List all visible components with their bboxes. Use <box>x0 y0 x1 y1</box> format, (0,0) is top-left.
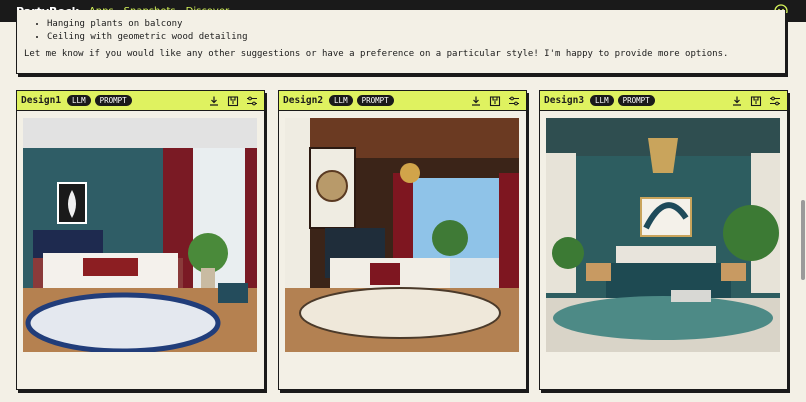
list-item: Ceiling with geometric wood detailing <box>47 31 247 44</box>
download-icon[interactable] <box>731 95 743 107</box>
bedroom-image <box>285 118 519 352</box>
card-header: Design1 LLM PROMPT <box>17 91 264 111</box>
design-image[interactable] <box>23 118 257 352</box>
chat-closing-text: Let me know if you would like any other … <box>24 49 729 59</box>
prompt-tag[interactable]: PROMPT <box>617 95 655 106</box>
card-title: Design3 <box>544 95 585 106</box>
prompt-tag[interactable]: PROMPT <box>94 95 132 106</box>
card-header: Design2 LLM PROMPT <box>279 91 526 111</box>
save-icon[interactable] <box>489 95 501 107</box>
design-card-3: Design3 LLM PROMPT <box>539 90 788 390</box>
design-image[interactable] <box>285 118 519 352</box>
design-image[interactable] <box>546 118 780 352</box>
llm-tag[interactable]: LLM <box>67 95 91 106</box>
bedroom-image <box>546 118 780 352</box>
download-icon[interactable] <box>208 95 220 107</box>
list-item: Hanging plants on balcony <box>47 18 247 31</box>
design-card-1: Design1 LLM PROMPT <box>16 90 265 390</box>
save-icon[interactable] <box>227 95 239 107</box>
llm-tag[interactable]: LLM <box>329 95 353 106</box>
card-title: Design2 <box>283 95 324 106</box>
save-icon[interactable] <box>750 95 762 107</box>
download-icon[interactable] <box>470 95 482 107</box>
settings-sliders-icon[interactable] <box>508 95 520 107</box>
chat-response-card: Hanging plants on balcony Ceiling with g… <box>16 10 786 74</box>
design-card-2: Design2 LLM PROMPT <box>278 90 527 390</box>
card-header: Design3 LLM PROMPT <box>540 91 787 111</box>
settings-sliders-icon[interactable] <box>246 95 258 107</box>
suggestion-list: Hanging plants on balcony Ceiling with g… <box>17 18 247 44</box>
card-title: Design1 <box>21 95 62 106</box>
bedroom-image <box>23 118 257 352</box>
page-scrollbar[interactable] <box>801 200 805 280</box>
llm-tag[interactable]: LLM <box>590 95 614 106</box>
settings-sliders-icon[interactable] <box>769 95 781 107</box>
prompt-tag[interactable]: PROMPT <box>356 95 394 106</box>
